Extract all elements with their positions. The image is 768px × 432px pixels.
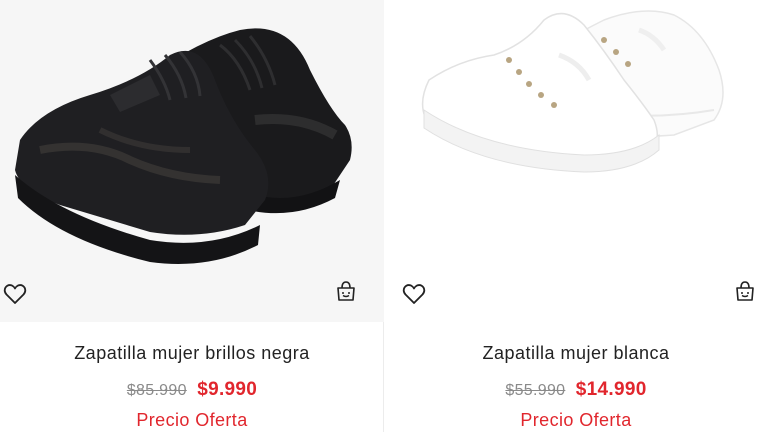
product-image[interactable]	[384, 0, 768, 322]
product-title[interactable]: Zapatilla mujer blanca	[384, 343, 768, 364]
shopping-bag-icon	[337, 281, 355, 301]
offer-label: Precio Oferta	[136, 410, 248, 430]
offer-label: Precio Oferta	[520, 410, 632, 430]
sale-price: $9.990	[197, 379, 258, 400]
product-image[interactable]	[0, 0, 384, 322]
sale-price: $14.990	[575, 379, 647, 400]
wishlist-button[interactable]	[2, 281, 28, 307]
price-row: $55.990 $14.990	[384, 379, 768, 401]
original-price: $55.990	[505, 382, 566, 399]
wishlist-button[interactable]	[401, 281, 427, 307]
white-sneakers-image	[421, 10, 724, 173]
heart-icon	[3, 284, 27, 304]
product-card[interactable]: Zapatilla mujer blanca $55.990 $14.990 P…	[384, 0, 768, 432]
original-price: $85.990	[126, 382, 187, 399]
product-title[interactable]: Zapatilla mujer brillos negra	[0, 343, 384, 364]
add-to-cart-button[interactable]	[332, 277, 360, 305]
product-card[interactable]: Zapatilla mujer brillos negra $85.990 $9…	[0, 0, 384, 432]
product-grid: Zapatilla mujer brillos negra $85.990 $9…	[0, 0, 768, 432]
heart-icon	[402, 284, 426, 304]
shopping-bag-icon	[736, 281, 754, 301]
black-sneakers-image	[15, 28, 352, 264]
price-row: $85.990 $9.990	[0, 379, 384, 401]
add-to-cart-button[interactable]	[731, 277, 759, 305]
